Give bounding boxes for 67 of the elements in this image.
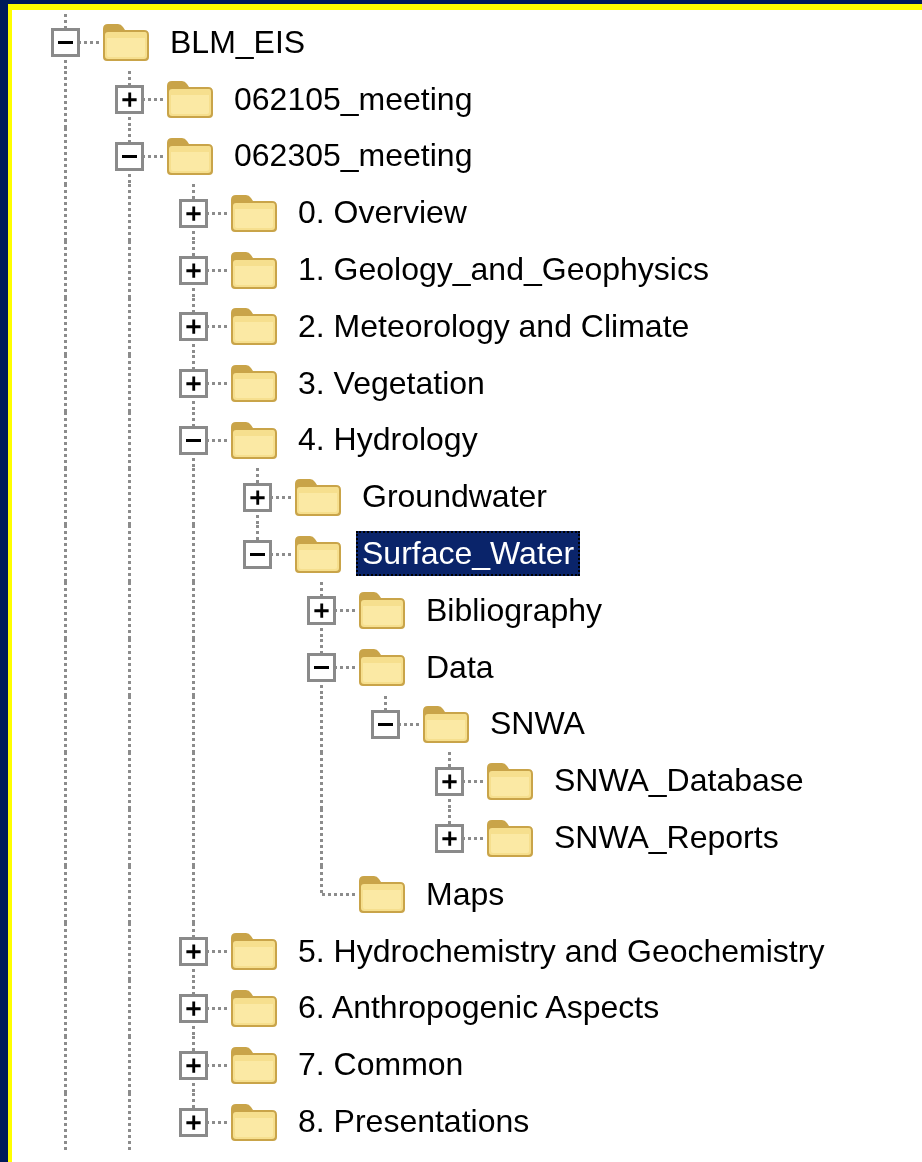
expand-button[interactable] xyxy=(179,198,208,228)
plus-icon xyxy=(184,317,203,337)
tree-item[interactable]: 6. Anthropogenic Aspects xyxy=(292,985,666,1031)
expand-button[interactable] xyxy=(307,653,336,683)
plus-icon xyxy=(440,828,459,848)
folder-icon xyxy=(356,589,408,632)
expand-button[interactable] xyxy=(179,255,208,285)
expand-button[interactable] xyxy=(179,425,208,455)
tree-item[interactable]: 2. Meteorology and Climate xyxy=(292,303,696,349)
plus-icon xyxy=(184,203,203,223)
plus-icon xyxy=(184,998,203,1018)
expand-button[interactable] xyxy=(115,142,144,171)
expand-button[interactable] xyxy=(179,937,208,967)
minus-icon xyxy=(58,41,73,45)
tree-item[interactable]: SNWA_Reports xyxy=(548,815,785,861)
tree-item[interactable]: 062305_meeting xyxy=(228,133,479,179)
plus-icon xyxy=(184,942,203,962)
minus-icon xyxy=(250,552,265,556)
expand-button[interactable] xyxy=(371,709,400,739)
folder-icon xyxy=(164,135,216,177)
folder-icon xyxy=(100,21,152,64)
tree-item[interactable]: Surface_Water xyxy=(356,531,581,577)
folder-icon xyxy=(228,362,280,405)
folder-icon xyxy=(228,930,280,973)
minus-icon xyxy=(186,438,201,442)
minus-icon xyxy=(378,722,393,726)
tree-item[interactable]: 1. Geology_and_Geophysics xyxy=(292,247,715,293)
plus-icon xyxy=(184,1055,203,1075)
expand-button[interactable] xyxy=(179,1107,208,1137)
expand-button[interactable] xyxy=(435,823,464,853)
tree-item[interactable]: Data xyxy=(420,644,500,690)
tree-item[interactable]: 0. Overview xyxy=(292,190,473,236)
minus-icon xyxy=(122,155,137,158)
expand-button[interactable] xyxy=(243,482,272,512)
tree-item[interactable]: 4. Hydrology xyxy=(292,417,484,463)
plus-icon xyxy=(120,90,139,110)
plus-icon xyxy=(440,771,459,791)
expand-button[interactable] xyxy=(115,85,144,115)
expand-button[interactable] xyxy=(51,28,80,58)
plus-icon xyxy=(184,374,203,394)
expand-button[interactable] xyxy=(179,993,208,1023)
expand-button[interactable] xyxy=(179,1050,208,1080)
expand-button[interactable] xyxy=(435,766,464,796)
tree-item[interactable]: Bibliography xyxy=(420,587,609,633)
tree-item[interactable]: BLM_EIS xyxy=(164,19,312,65)
expand-button[interactable] xyxy=(179,312,208,342)
tree-item[interactable]: 062105_meeting xyxy=(228,76,479,122)
folder-icon xyxy=(356,646,408,689)
tree-item[interactable]: Groundwater xyxy=(356,474,553,520)
folder-icon xyxy=(356,873,408,916)
plus-icon xyxy=(248,487,267,507)
tree-item[interactable]: SNWA_Database xyxy=(548,758,810,804)
plus-icon xyxy=(184,1112,203,1132)
plus-icon xyxy=(184,260,203,280)
plus-icon xyxy=(312,601,331,621)
minus-icon xyxy=(314,666,329,670)
expand-button[interactable] xyxy=(179,369,208,399)
folder-icon xyxy=(164,78,216,121)
folder-icon xyxy=(228,305,280,348)
tree-item[interactable]: Maps xyxy=(420,871,511,917)
tree-item[interactable]: 8. Presentations xyxy=(292,1099,536,1145)
tree-item[interactable]: 5. Hydrochemistry and Geochemistry xyxy=(292,928,831,974)
tree-item[interactable]: 7. Common xyxy=(292,1042,470,1088)
tree-item[interactable]: SNWA xyxy=(484,701,591,747)
tree-item[interactable]: 3. Vegetation xyxy=(292,360,491,406)
expand-button[interactable] xyxy=(307,596,336,626)
expand-button[interactable] xyxy=(243,539,272,569)
